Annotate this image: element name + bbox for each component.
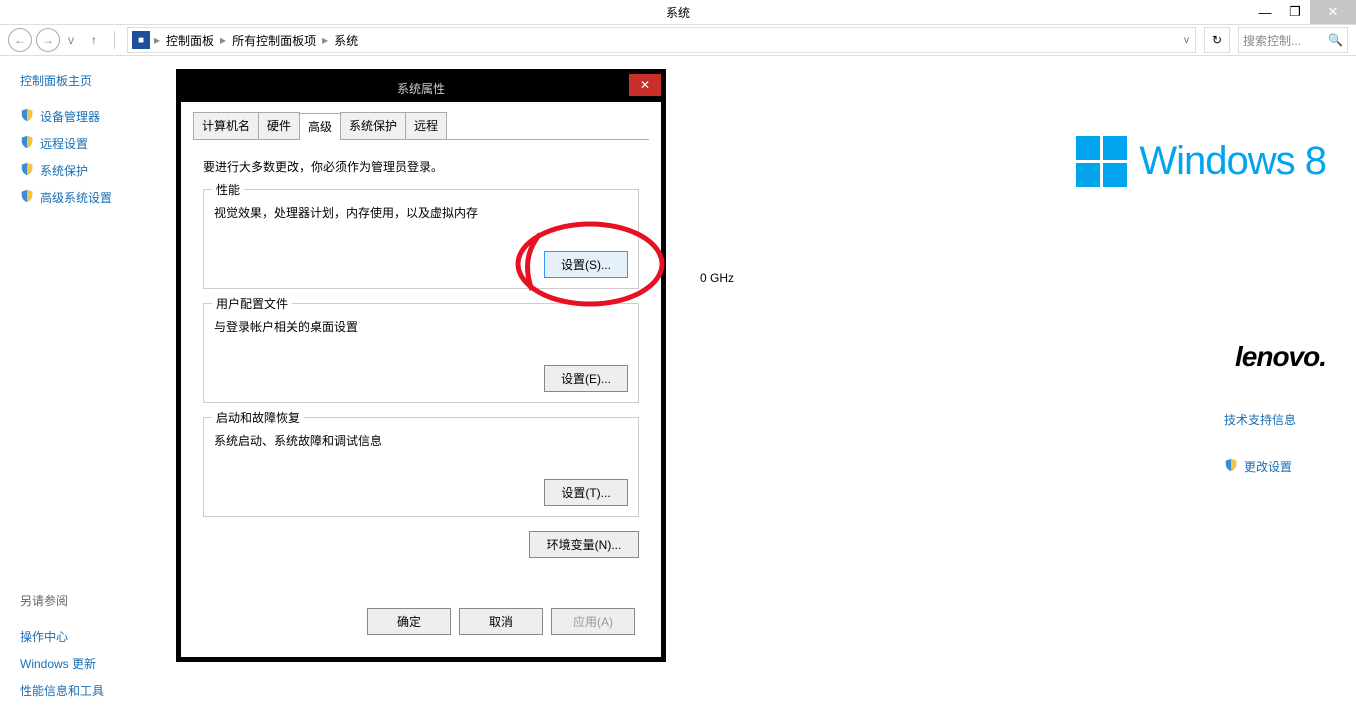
window-titlebar: 系统 — ❐ ✕: [0, 0, 1356, 25]
shield-icon: [1224, 458, 1238, 475]
breadcrumb-sep: ▸: [320, 33, 330, 47]
performance-settings-button[interactable]: 设置(S)...: [544, 251, 628, 278]
breadcrumb-sep: ▸: [218, 33, 228, 47]
breadcrumb-sep: ▸: [152, 33, 162, 47]
sidebar-system-protection[interactable]: 系统保护: [20, 157, 190, 184]
maximize-button[interactable]: ❐: [1280, 0, 1310, 24]
sidebar-remote-settings[interactable]: 远程设置: [20, 130, 190, 157]
windows-logo-icon: [1076, 136, 1127, 187]
user-profile-settings-button[interactable]: 设置(E)...: [544, 365, 628, 392]
search-icon: 🔍: [1328, 33, 1343, 47]
environment-variables-button[interactable]: 环境变量(N)...: [529, 531, 639, 558]
dialog-button-row: 确定 取消 应用(A): [193, 598, 649, 645]
group-user-profile: 用户配置文件 与登录帐户相关的桌面设置 设置(E)...: [203, 303, 639, 403]
refresh-button[interactable]: ↻: [1204, 27, 1230, 53]
windows8-text: Windows 8: [1139, 139, 1326, 184]
group-startup-recovery: 启动和故障恢复 系统启动、系统故障和调试信息 设置(T)...: [203, 417, 639, 517]
see-also-windows-update[interactable]: Windows 更新: [20, 650, 104, 677]
see-also-action-center[interactable]: 操作中心: [20, 623, 104, 650]
close-button[interactable]: ✕: [1310, 0, 1356, 24]
see-also-title: 另请参阅: [20, 592, 104, 609]
system-properties-dialog: 系统属性 ✕ 计算机名 硬件 高级 系统保护 远程 要进行大多数更改，你必须作为…: [177, 70, 665, 661]
change-settings-label: 更改设置: [1244, 458, 1292, 475]
search-placeholder: 搜索控制...: [1243, 32, 1328, 49]
group-startup-desc: 系统启动、系统故障和调试信息: [214, 432, 628, 449]
group-user-profile-desc: 与登录帐户相关的桌面设置: [214, 318, 628, 335]
cpu-ghz-fragment: 0 GHz: [700, 271, 734, 285]
see-also-perf-info[interactable]: 性能信息和工具: [20, 677, 104, 704]
sidebar-item-label: 远程设置: [40, 135, 88, 152]
window-title: 系统: [666, 4, 690, 21]
cancel-button[interactable]: 取消: [459, 608, 543, 635]
history-dropdown[interactable]: v: [64, 33, 78, 47]
group-performance-title: 性能: [212, 181, 244, 198]
address-bar[interactable]: ■ ▸ 控制面板 ▸ 所有控制面板项 ▸ 系统 v: [127, 27, 1196, 53]
address-dropdown[interactable]: v: [1182, 35, 1191, 46]
sidebar-advanced-system[interactable]: 高级系统设置: [20, 184, 190, 211]
dialog-close-button[interactable]: ✕: [629, 74, 661, 96]
sidebar-item-label: 设备管理器: [40, 108, 100, 125]
minimize-button[interactable]: —: [1250, 0, 1280, 24]
shield-icon: [20, 135, 34, 152]
tab-strip: 计算机名 硬件 高级 系统保护 远程: [193, 112, 649, 140]
right-links: 技术支持信息 更改设置: [1224, 411, 1296, 475]
group-user-profile-title: 用户配置文件: [212, 295, 292, 312]
toolbar-separator: [114, 31, 115, 49]
tech-support-link[interactable]: 技术支持信息: [1224, 411, 1296, 428]
shield-icon: [20, 189, 34, 206]
apply-button[interactable]: 应用(A): [551, 608, 635, 635]
group-performance-desc: 视觉效果，处理器计划，内存使用，以及虚拟内存: [214, 204, 628, 221]
startup-settings-button[interactable]: 设置(T)...: [544, 479, 628, 506]
oem-logo: lenovo.: [1235, 341, 1326, 373]
dialog-titlebar[interactable]: 系统属性 ✕: [181, 74, 661, 102]
group-startup-title: 启动和故障恢复: [212, 409, 304, 426]
ok-button[interactable]: 确定: [367, 608, 451, 635]
up-button[interactable]: ↑: [86, 32, 102, 48]
control-panel-icon: ■: [132, 31, 150, 49]
breadcrumb-item-0[interactable]: 控制面板: [164, 32, 216, 49]
search-input[interactable]: 搜索控制... 🔍: [1238, 27, 1348, 53]
shield-icon: [20, 108, 34, 125]
tab-remote[interactable]: 远程: [405, 112, 447, 139]
forward-button[interactable]: →: [36, 28, 60, 52]
admin-note: 要进行大多数更改，你必须作为管理员登录。: [203, 158, 639, 175]
sidebar-item-label: 高级系统设置: [40, 189, 112, 206]
breadcrumb-item-1[interactable]: 所有控制面板项: [230, 32, 318, 49]
sidebar-item-label: 系统保护: [40, 162, 88, 179]
change-settings-link[interactable]: 更改设置: [1224, 458, 1296, 475]
sidebar-device-manager[interactable]: 设备管理器: [20, 103, 190, 130]
breadcrumb-item-2[interactable]: 系统: [332, 32, 360, 49]
shield-icon: [20, 162, 34, 179]
sidebar-title: 控制面板主页: [20, 72, 190, 89]
window-controls: — ❐ ✕: [1250, 0, 1356, 24]
tab-system-protection[interactable]: 系统保护: [340, 112, 406, 139]
dialog-body: 计算机名 硬件 高级 系统保护 远程 要进行大多数更改，你必须作为管理员登录。 …: [181, 102, 661, 657]
windows8-branding: Windows 8: [1076, 136, 1326, 187]
tab-advanced[interactable]: 高级: [299, 113, 341, 140]
group-performance: 性能 视觉效果，处理器计划，内存使用，以及虚拟内存 设置(S)...: [203, 189, 639, 289]
sidebar-see-also: 另请参阅 操作中心 Windows 更新 性能信息和工具: [20, 592, 104, 704]
dialog-title: 系统属性: [397, 80, 445, 97]
toolbar: ← → v ↑ ■ ▸ 控制面板 ▸ 所有控制面板项 ▸ 系统 v ↻ 搜索控制…: [0, 25, 1356, 56]
tab-content-advanced: 要进行大多数更改，你必须作为管理员登录。 性能 视觉效果，处理器计划，内存使用，…: [193, 140, 649, 598]
tab-hardware[interactable]: 硬件: [258, 112, 300, 139]
tab-computer-name[interactable]: 计算机名: [193, 112, 259, 139]
back-button[interactable]: ←: [8, 28, 32, 52]
